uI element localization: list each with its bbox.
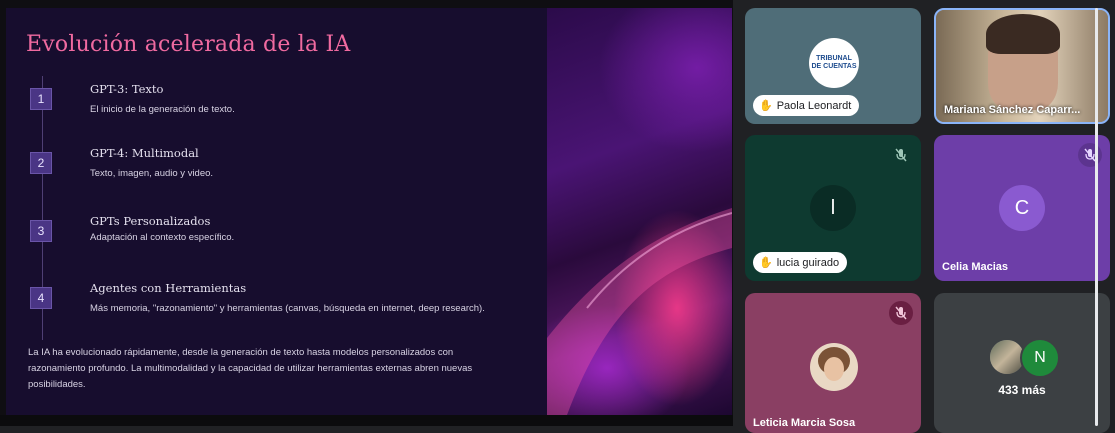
mic-off-icon [889, 301, 913, 325]
participant-tile-leticia[interactable]: Leticia Marcia Sosa [745, 293, 921, 433]
presentation-slide: Evolución acelerada de la IA 1 GPT-3: Te… [6, 8, 732, 415]
logo-line-2: DE CUENTAS [811, 63, 857, 70]
more-participants-tile[interactable]: N 433 más [934, 293, 1110, 433]
mic-off-icon [1078, 143, 1102, 167]
participant-name: lucia guirado [776, 256, 840, 269]
presentation-area: Evolución acelerada de la IA 1 GPT-3: Te… [0, 0, 733, 426]
slide-title: Evolución acelerada de la IA [26, 32, 351, 57]
raised-hand-icon: ✋ [759, 100, 773, 112]
participant-name: Mariana Sánchez Caparr... [944, 104, 1081, 116]
gradient-wave-shape [547, 208, 732, 415]
participant-name-chip: ✋ Paola Leonardt [753, 95, 860, 116]
step-description: Más memoria, "razonamiento" y herramient… [90, 303, 485, 314]
participant-name: Paola Leonardt [776, 99, 852, 112]
participant-hair [986, 14, 1060, 54]
participant-name: Leticia Marcia Sosa [753, 417, 856, 429]
participant-avatar: l [810, 185, 856, 231]
step-title: Agentes con Herramientas [90, 281, 247, 295]
organization-logo: TRIBUNAL DE CUENTAS [809, 38, 859, 88]
step-title: GPTs Personalizados [90, 214, 211, 228]
step-number-badge: 3 [30, 220, 52, 242]
mic-off-icon [889, 143, 913, 167]
raised-hand-icon: ✋ [759, 257, 773, 269]
step-description: El inicio de la generación de texto. [90, 104, 235, 115]
step-number-badge: 4 [30, 287, 52, 309]
participant-grid: TRIBUNAL DE CUENTAS ✋ Paola Leonardt Mar… [733, 0, 1115, 433]
step-title: GPT-4: Multimodal [90, 146, 199, 160]
participant-tile-celia[interactable]: C Celia Macias [934, 135, 1110, 281]
step-description: Adaptación al contexto específico. [90, 232, 235, 243]
step-number-badge: 2 [30, 152, 52, 174]
more-participants-label: 433 más [998, 383, 1046, 397]
logo-line-1: TRIBUNAL [816, 55, 852, 62]
slide-gradient-art [547, 8, 732, 415]
step-description: Texto, imagen, audio y video. [90, 168, 214, 179]
slide-bottom-bar [0, 415, 733, 426]
step-number-badge: 1 [30, 88, 52, 110]
participant-tile-mariana[interactable]: Mariana Sánchez Caparr... [934, 8, 1110, 124]
participant-avatar: C [999, 185, 1045, 231]
participant-name-chip: ✋ lucia guirado [753, 252, 848, 273]
step-title: GPT-3: Texto [90, 82, 164, 96]
participant-avatar-photo [810, 343, 858, 391]
participant-avatar: N [1020, 338, 1060, 378]
participant-scrollbar[interactable] [1095, 8, 1098, 426]
participant-name: Celia Macias [942, 261, 1009, 273]
slide-summary: La IA ha evolucionado rápidamente, desde… [28, 347, 473, 390]
participant-tile-paola[interactable]: TRIBUNAL DE CUENTAS ✋ Paola Leonardt [745, 8, 921, 124]
participant-tile-lucia[interactable]: l ✋ lucia guirado [745, 135, 921, 281]
